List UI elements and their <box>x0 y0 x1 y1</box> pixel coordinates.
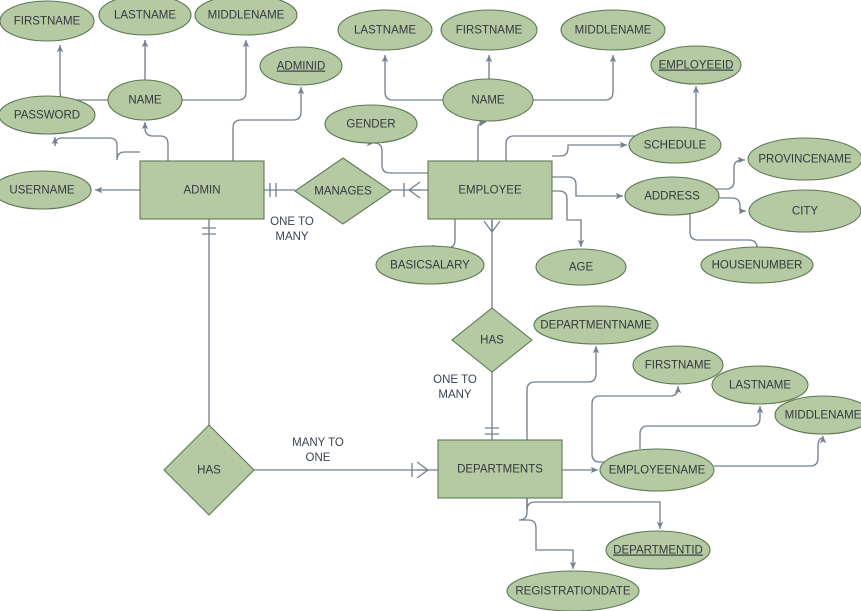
attribute-label: EMPLOYEEID <box>659 60 734 72</box>
attribute-emp-provincename[interactable]: PROVINCENAME <box>747 137 861 181</box>
edge-address-city <box>718 197 746 215</box>
relationship-has-admin-dept[interactable]: HAS <box>163 424 255 516</box>
attribute-label: NAME <box>471 95 505 107</box>
cardinality-line2: MANY <box>438 389 472 401</box>
entity-employee[interactable]: EMPLOYEE <box>427 160 553 220</box>
edge-address-provincename <box>716 156 745 190</box>
attribute-label: LASTNAME <box>354 25 416 37</box>
attribute-dept-name[interactable]: DEPARTMENTNAME <box>533 305 659 345</box>
attribute-label: SCHEDULE <box>644 140 707 152</box>
attribute-emp-schedule[interactable]: SCHEDULE <box>628 126 722 164</box>
attribute-label: NAME <box>128 95 162 107</box>
attribute-admin-adminid[interactable]: ADMINID <box>259 46 343 86</box>
attribute-layer: FIRSTNAME LASTNAME MIDDLENAME NAME ADMINID PA… <box>0 0 861 611</box>
attribute-emp-name[interactable]: NAME <box>442 78 534 122</box>
edge-emp-name-lastname <box>381 55 448 101</box>
relationship-has-emp-dept[interactable]: HAS <box>451 307 533 373</box>
edge-address-housenumber <box>689 214 761 253</box>
cardinality-manages-card: ONE TO MANY <box>270 216 314 243</box>
attribute-emp-gender[interactable]: GENDER <box>324 104 418 144</box>
attribute-label: CITY <box>792 206 819 218</box>
attribute-label: AGE <box>569 262 594 274</box>
edge-emp-basicsalary <box>429 219 456 253</box>
edge-admin-name <box>141 121 169 161</box>
edge-emp-schedule <box>552 141 627 157</box>
entity-label: ADMIN <box>183 185 220 197</box>
cardinality-line1: MANY TO <box>292 437 344 449</box>
edge-empname-middlename <box>714 436 827 467</box>
attribute-dept-regdate[interactable]: REGISTRATIONDATE <box>506 570 640 611</box>
attribute-label: USERNAME <box>9 185 75 197</box>
attribute-dept-firstname[interactable]: FIRSTNAME <box>632 345 724 385</box>
attribute-label: MIDDLENAME <box>785 410 861 422</box>
attribute-emp-basicsalary[interactable]: BASICSALARY <box>375 245 485 285</box>
attribute-dept-empname[interactable]: EMPLOYEENAME <box>599 448 715 492</box>
attribute-emp-housenumber[interactable]: HOUSENUMBER <box>700 246 814 284</box>
crowfoot-employee-bottom-many <box>483 220 501 233</box>
attribute-admin-lastname[interactable]: LASTNAME <box>98 0 192 36</box>
entity-admin[interactable]: ADMIN <box>139 160 265 220</box>
attribute-label: ADMINID <box>277 61 326 73</box>
cardinality-line2: MANY <box>275 231 309 243</box>
entity-departments[interactable]: DEPARTMENTS <box>437 439 563 499</box>
attribute-admin-name[interactable]: NAME <box>107 79 183 121</box>
attribute-emp-lastname[interactable]: LASTNAME <box>337 9 433 51</box>
attribute-admin-password[interactable]: PASSWORD <box>0 95 96 135</box>
attribute-dept-middlename[interactable]: MIDDLENAME <box>774 395 861 435</box>
attribute-label: MIDDLENAME <box>575 25 652 37</box>
attribute-emp-age[interactable]: AGE <box>535 248 627 286</box>
attribute-label: MIDDLENAME <box>208 10 285 22</box>
attribute-emp-employeeid[interactable]: EMPLOYEEID <box>650 45 742 85</box>
er-diagram-canvas: FIRSTNAME LASTNAME MIDDLENAME NAME ADMINID PA… <box>0 0 861 611</box>
attribute-label: EMPLOYEENAME <box>609 465 706 477</box>
relationship-label: HAS <box>480 335 504 347</box>
edge-dept-departmentid <box>526 498 664 529</box>
attribute-label: LASTNAME <box>114 10 176 22</box>
attribute-label: PROVINCENAME <box>758 154 852 166</box>
attribute-admin-username[interactable]: USERNAME <box>0 170 92 210</box>
attribute-label: DEPARTMENTID <box>613 545 703 557</box>
attribute-admin-firstname[interactable]: FIRSTNAME <box>0 0 95 42</box>
cardinality-admin-dept-card: MANY TO ONE <box>292 437 344 464</box>
attribute-emp-address[interactable]: ADDRESS <box>624 176 720 216</box>
edge-emp-name <box>477 120 487 161</box>
attribute-label: FIRSTNAME <box>14 16 81 28</box>
attribute-label: REGISTRATIONDATE <box>515 586 631 598</box>
cardinality-line1: ONE TO <box>270 216 314 228</box>
entity-label: EMPLOYEE <box>458 185 522 197</box>
cardinality-emp-dept-card: ONE TO MANY <box>433 374 477 401</box>
cardinality-line2: ONE <box>306 452 331 464</box>
edge-emp-name-middlename <box>533 55 617 101</box>
attribute-label: FIRSTNAME <box>456 25 523 37</box>
edge-emp-gender <box>373 139 428 174</box>
cardinality-line1: ONE TO <box>433 374 477 386</box>
relationship-manages[interactable]: MANAGES <box>294 157 392 225</box>
edge-dept-registrationdate <box>518 498 577 569</box>
attribute-label: PASSWORD <box>14 110 80 122</box>
attribute-label: LASTNAME <box>729 380 791 392</box>
attribute-dept-id[interactable]: DEPARTMENTID <box>605 530 711 570</box>
entity-label: DEPARTMENTS <box>457 464 543 476</box>
attribute-emp-city[interactable]: CITY <box>748 189 861 233</box>
relationship-label: HAS <box>197 465 221 477</box>
edge-dept-departmentname <box>526 346 600 440</box>
attribute-label: GENDER <box>346 119 395 131</box>
attribute-emp-firstname[interactable]: FIRSTNAME <box>440 9 538 51</box>
attribute-label: FIRSTNAME <box>645 360 712 372</box>
attribute-dept-lastname[interactable]: LASTNAME <box>711 365 809 405</box>
attribute-label: BASICSALARY <box>390 260 470 272</box>
edge-empname-lastname <box>639 406 764 449</box>
edge-emp-address <box>552 176 623 200</box>
edge-admin-name-middlename <box>174 40 250 101</box>
attribute-admin-middlename[interactable]: MIDDLENAME <box>194 0 298 36</box>
attribute-emp-middlename[interactable]: MIDDLENAME <box>560 9 666 51</box>
attribute-label: HOUSENUMBER <box>712 260 803 272</box>
edge-admin-password <box>51 137 140 161</box>
attribute-label: DEPARTMENTNAME <box>540 320 652 332</box>
attribute-label: ADDRESS <box>644 191 700 203</box>
relationship-label: MANAGES <box>314 186 372 198</box>
